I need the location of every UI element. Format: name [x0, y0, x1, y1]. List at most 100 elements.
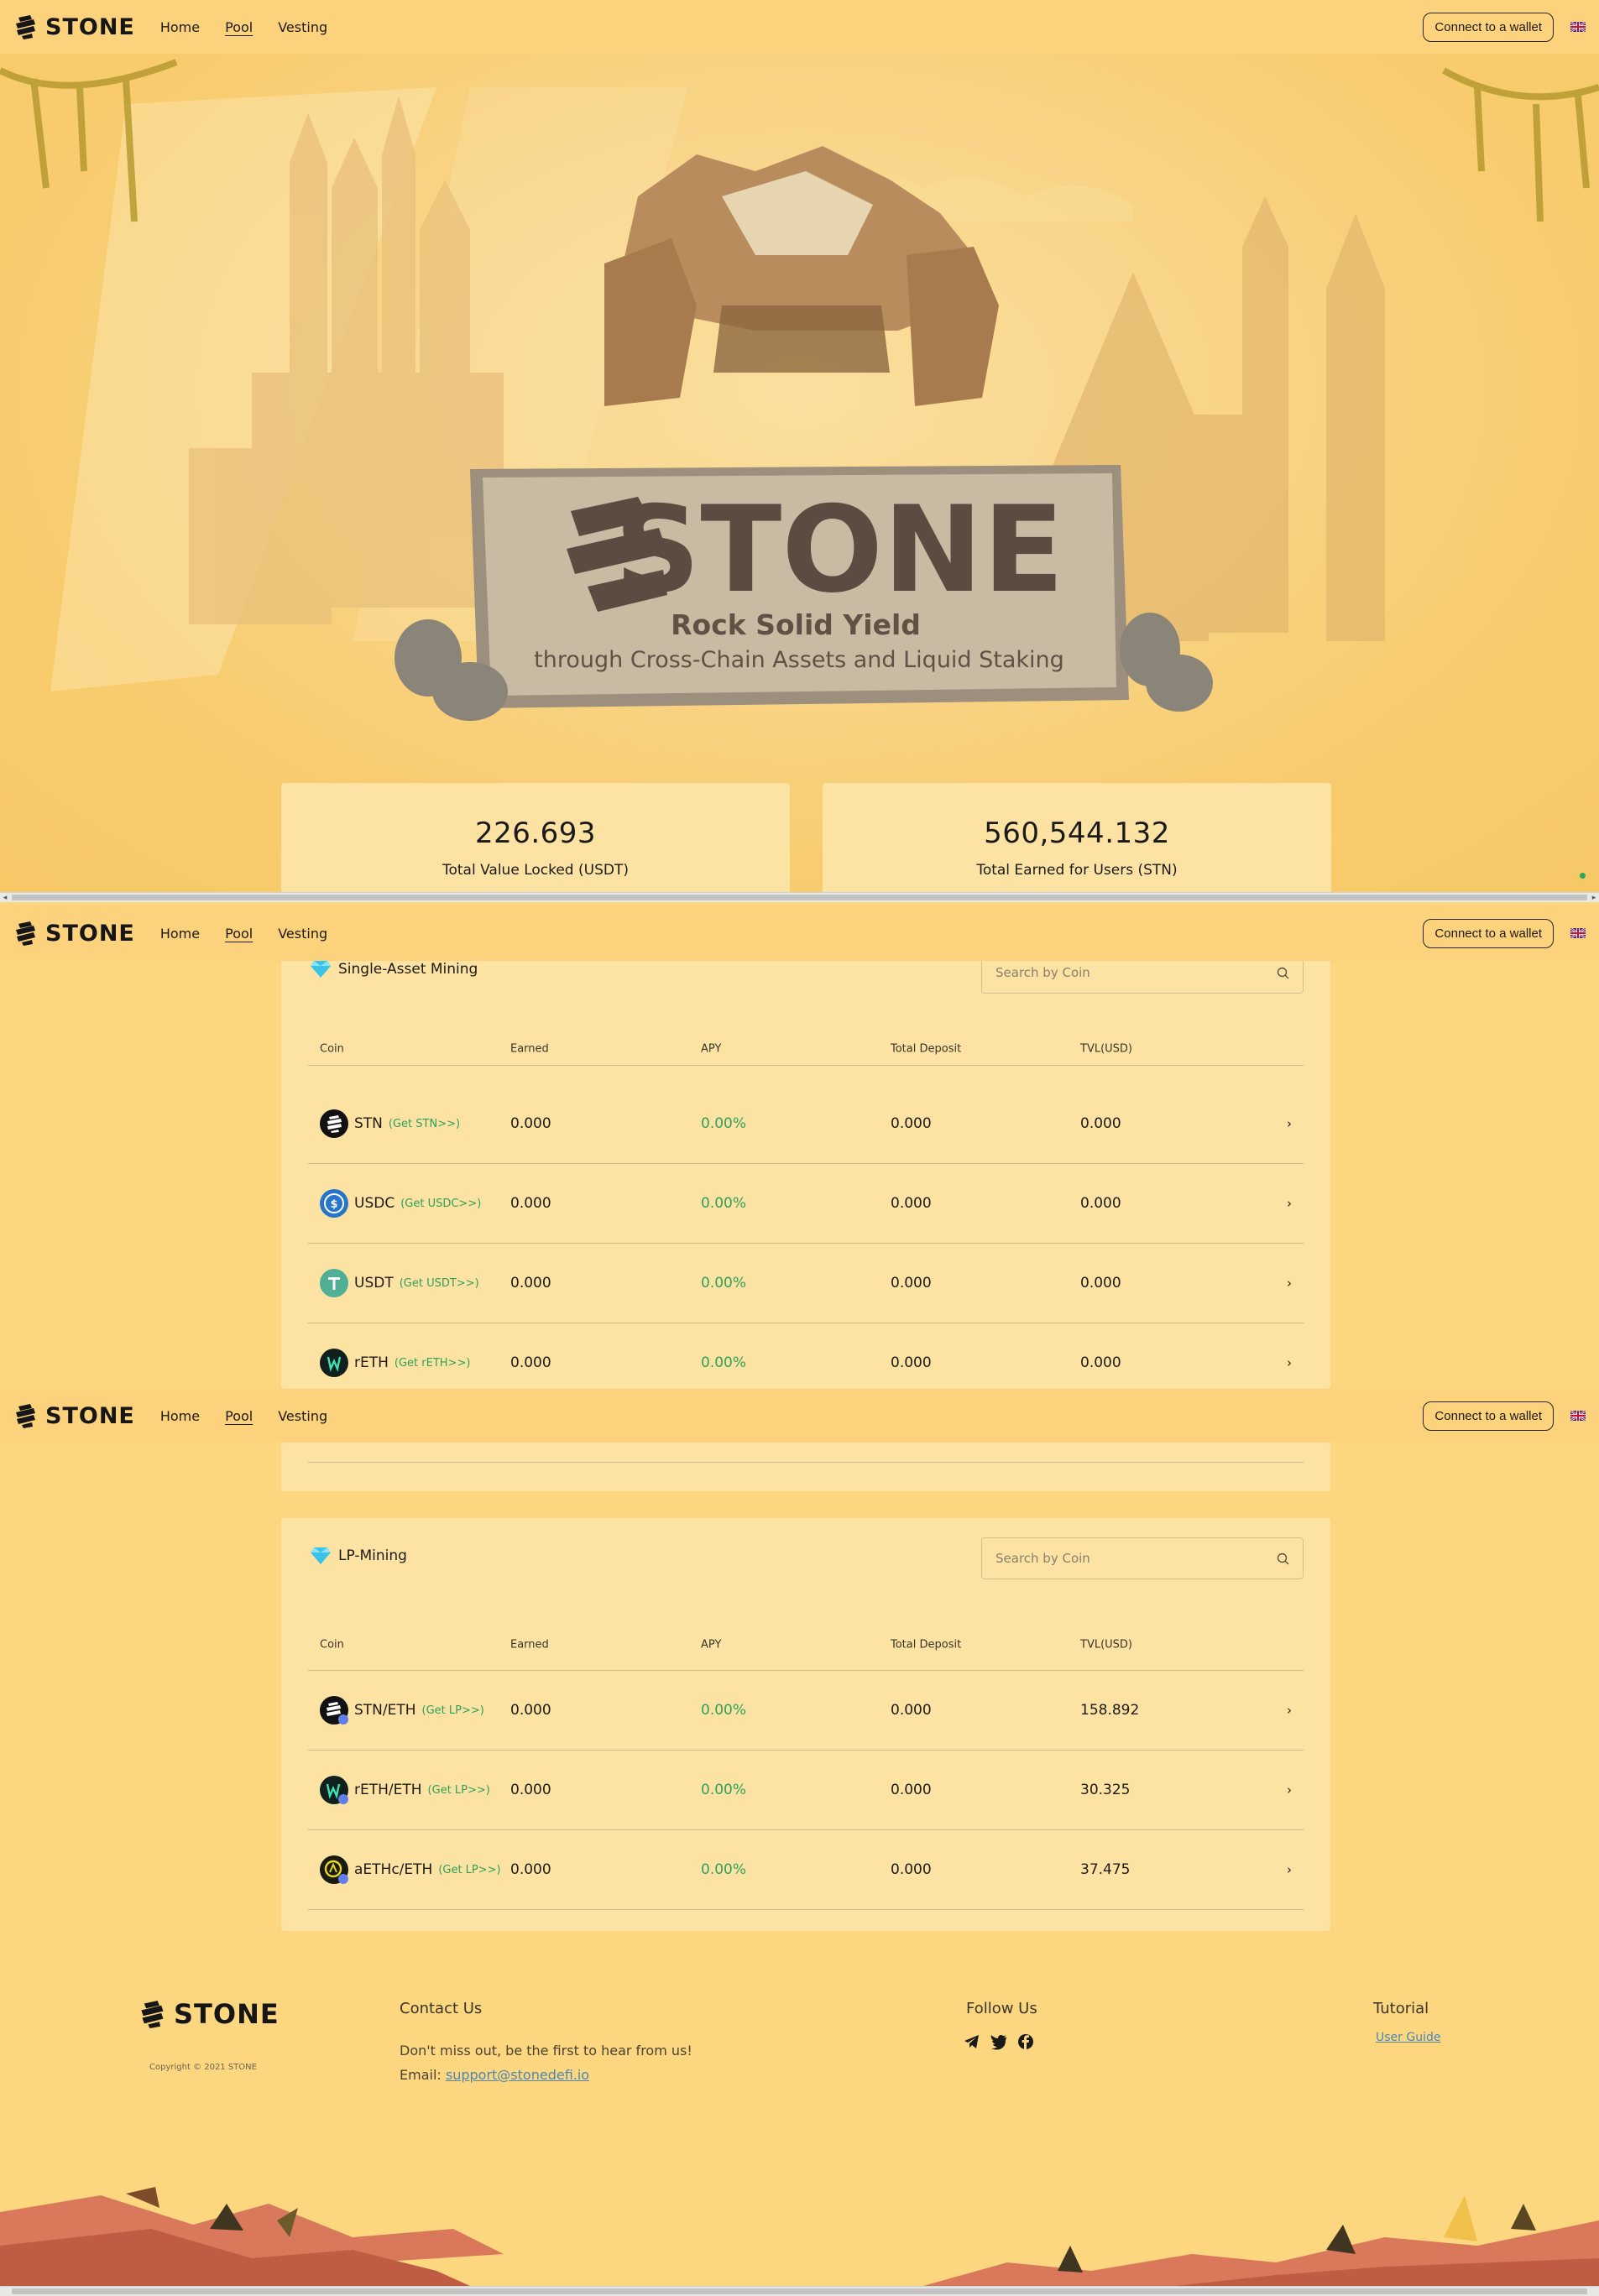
sign-tagline: Rock Solid Yield	[671, 608, 921, 641]
reth-coin-icon	[320, 1349, 348, 1377]
earned-value: 0.000	[510, 1115, 551, 1132]
deposit-value: 0.000	[891, 1115, 932, 1132]
lp-search-input[interactable]: Search by Coin	[981, 1537, 1304, 1579]
nav-pool[interactable]: Pool	[225, 926, 253, 942]
table-row[interactable]: rETH/ETH (Get LP>>) 0.000 0.00% 0.000 30…	[308, 1751, 1304, 1830]
uk-flag-icon[interactable]	[1570, 22, 1586, 32]
tvl-value: 158.892	[1080, 1702, 1140, 1719]
get-coin-link[interactable]: (Get STN>>)	[389, 1118, 460, 1130]
nav-home[interactable]: Home	[160, 1408, 200, 1424]
get-lp-link[interactable]: (Get LP>>)	[422, 1704, 484, 1717]
tvl-value: 0.000	[1080, 1354, 1121, 1371]
uk-flag-icon[interactable]	[1570, 1411, 1586, 1421]
deposit-value: 0.000	[891, 1702, 932, 1719]
search-placeholder: Search by Coin	[995, 965, 1090, 980]
svg-text:$: $	[330, 1198, 337, 1211]
col-deposit: Total Deposit	[891, 1042, 962, 1055]
chevron-right-icon[interactable]: ›	[1287, 1116, 1292, 1131]
earned-card: 560,544.132 Total Earned for Users (STN)	[823, 783, 1331, 894]
table-row[interactable]: USDT (Get USDT>>) 0.000 0.00% 0.000 0.00…	[308, 1244, 1304, 1323]
connect-wallet-button[interactable]: Connect to a wallet	[1423, 12, 1554, 42]
table-row[interactable]: STN (Get STN>>) 0.000 0.00% 0.000 0.000 …	[308, 1084, 1304, 1164]
nav-vesting[interactable]: Vesting	[278, 19, 327, 35]
chevron-right-icon[interactable]: ›	[1287, 1276, 1292, 1291]
footer-brand-logo[interactable]: STONE	[138, 1998, 280, 2030]
apy-value: 0.00%	[701, 1702, 747, 1719]
get-lp-link[interactable]: (Get LP>>)	[428, 1784, 490, 1797]
stn-coin-icon	[320, 1109, 348, 1138]
user-guide-link[interactable]: User Guide	[1376, 2031, 1440, 2044]
chevron-right-icon[interactable]: ›	[1287, 1196, 1292, 1211]
get-coin-link[interactable]: (Get USDC>>)	[400, 1198, 481, 1210]
nav-home[interactable]: Home	[160, 19, 200, 35]
earned-value: 560,544.132	[984, 817, 1170, 850]
chevron-right-icon[interactable]: ›	[1287, 1703, 1292, 1718]
get-lp-link[interactable]: (Get LP>>)	[438, 1864, 500, 1876]
nav-pool[interactable]: Pool	[225, 19, 253, 35]
chevron-right-icon[interactable]: ›	[1287, 1355, 1292, 1370]
stone-logo-icon	[141, 2001, 164, 2028]
chevron-right-icon[interactable]: ›	[1287, 1782, 1292, 1798]
scroll-right-icon[interactable]: ▸	[1589, 893, 1599, 903]
tvl-value: 226.693	[474, 817, 597, 850]
search-icon[interactable]	[1277, 1552, 1289, 1565]
telegram-icon[interactable]	[964, 2033, 980, 2050]
follow-heading: Follow Us	[966, 2000, 1037, 2017]
email-line: Email: support@stonedefi.io	[400, 2067, 589, 2083]
tvl-value: 30.325	[1080, 1782, 1131, 1798]
coin-name: rETH/ETH	[354, 1782, 422, 1798]
hero-illustration: STONE Rock Solid Yield through Cross-Cha…	[0, 59, 1599, 721]
search-icon[interactable]	[1277, 967, 1289, 979]
brand-logo[interactable]: STONE	[13, 1403, 135, 1429]
nav-home[interactable]: Home	[160, 926, 200, 942]
coin-name: rETH	[354, 1354, 389, 1371]
earned-value: 0.000	[510, 1354, 551, 1371]
page: STONE Rock Solid Yield through Cross-Cha…	[0, 0, 1599, 2296]
email-link[interactable]: support@stonedefi.io	[446, 2067, 589, 2083]
earned-value: 0.000	[510, 1195, 551, 1212]
lp-table-header: Coin Earned APY Total Deposit TVL(USD)	[308, 1619, 1304, 1671]
lp-mining-title: LP-Mining	[310, 1547, 407, 1565]
table-row[interactable]: $ USDC (Get USDC>>) 0.000 0.00% 0.000 0.…	[308, 1164, 1304, 1244]
earned-label: Total Earned for Users (STN)	[976, 862, 1178, 879]
deposit-value: 0.000	[891, 1275, 932, 1292]
scroll-left-icon[interactable]: ◂	[0, 893, 10, 903]
horizontal-scrollbar[interactable]: ◂ ▸	[0, 892, 1599, 902]
deposit-value: 0.000	[891, 1861, 932, 1878]
earned-value: 0.000	[510, 1702, 551, 1719]
chevron-right-icon[interactable]: ›	[1287, 1862, 1292, 1877]
twitter-icon[interactable]	[990, 2033, 1007, 2050]
social-links	[964, 2033, 1034, 2050]
brand-name: STONE	[45, 920, 135, 947]
scrollbar-thumb[interactable]	[12, 895, 1587, 900]
apy-value: 0.00%	[701, 1275, 747, 1292]
deposit-value: 0.000	[891, 1782, 932, 1798]
connect-wallet-button[interactable]: Connect to a wallet	[1423, 1401, 1554, 1431]
get-coin-link[interactable]: (Get rETH>>)	[395, 1357, 471, 1370]
nav-vesting[interactable]: Vesting	[278, 1408, 327, 1424]
col-earned: Earned	[510, 1042, 549, 1055]
nav-vesting[interactable]: Vesting	[278, 926, 327, 942]
scrollbar-thumb[interactable]	[12, 2288, 1587, 2294]
facebook-icon[interactable]	[1017, 2033, 1034, 2050]
get-coin-link[interactable]: (Get USDT>>)	[400, 1277, 479, 1290]
lp-mining-panel: LP-Mining Search by Coin Coin Earned APY…	[281, 1518, 1330, 1931]
tvl-value: 0.000	[1080, 1195, 1121, 1212]
stone-logo-icon	[16, 1404, 35, 1428]
table-row[interactable]: aETHc/ETH (Get LP>>) 0.000 0.00% 0.000 3…	[308, 1830, 1304, 1910]
brand-logo[interactable]: STONE	[13, 14, 135, 40]
single-asset-table-header: Coin Earned APY Total Deposit TVL(USD)	[308, 1032, 1304, 1066]
uk-flag-icon[interactable]	[1570, 928, 1586, 938]
top-nav: STONE Home Pool Vesting Connect to a wal…	[0, 905, 1599, 961]
stone-logo-icon	[16, 15, 35, 39]
brand-logo[interactable]: STONE	[13, 921, 135, 947]
hero-banner: STONE Rock Solid Yield through Cross-Cha…	[0, 54, 1599, 893]
connect-wallet-button[interactable]: Connect to a wallet	[1423, 918, 1554, 948]
sign-subtagline: through Cross-Chain Assets and Liquid St…	[534, 647, 1064, 673]
table-row[interactable]: STN/ETH (Get LP>>) 0.000 0.00% 0.000 158…	[308, 1671, 1304, 1751]
horizontal-scrollbar[interactable]	[0, 2286, 1599, 2296]
top-nav: STONE Home Pool Vesting Connect to a wal…	[0, 0, 1599, 54]
nav-pool[interactable]: Pool	[225, 1408, 253, 1424]
single-asset-panel: Single-Asset Mining Search by Coin Coin …	[281, 923, 1330, 1403]
col-coin: Coin	[320, 1042, 344, 1055]
